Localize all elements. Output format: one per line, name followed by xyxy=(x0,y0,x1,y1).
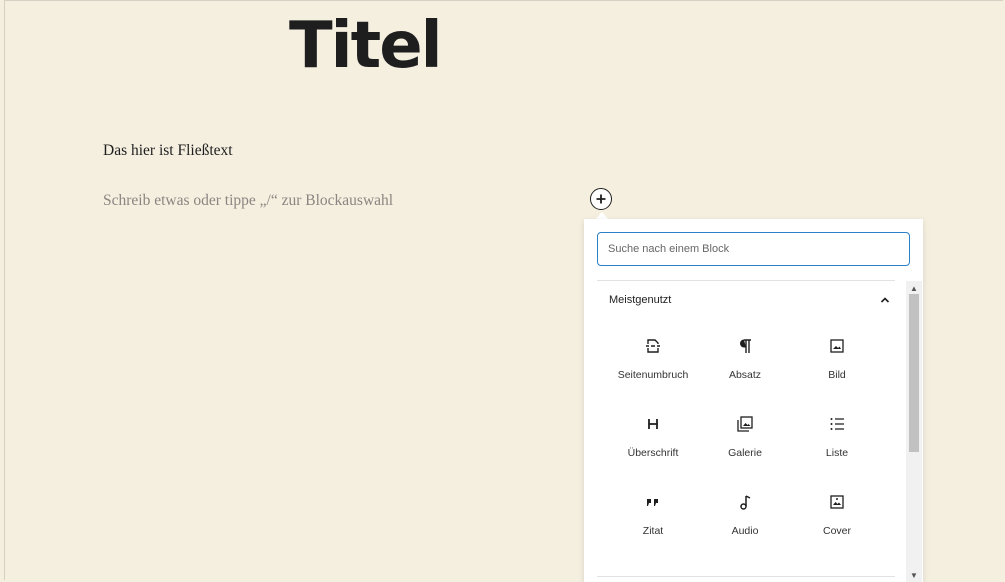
chevron-up-icon xyxy=(880,297,890,303)
category-title: Meistgenutzt xyxy=(609,294,672,306)
block-label: Galerie xyxy=(728,447,762,459)
page-break-icon xyxy=(642,335,664,357)
divider xyxy=(597,576,895,577)
block-label: Cover xyxy=(822,525,851,537)
scroll-up-arrow-icon[interactable]: ▲ xyxy=(906,281,922,295)
block-item-audio[interactable]: Audio xyxy=(699,483,791,545)
block-search-input[interactable] xyxy=(597,232,910,266)
block-item-zitat[interactable]: Zitat xyxy=(607,483,699,545)
popover-arrow xyxy=(596,212,608,219)
list-icon xyxy=(826,413,848,435)
heading-icon xyxy=(642,413,664,435)
empty-block-placeholder[interactable]: Schreib etwas oder tippe „/“ zur Blockau… xyxy=(103,192,393,210)
block-grid: Seitenumbruch Absatz Bild Überschrift Ga… xyxy=(607,327,885,545)
inserter-scrollbar[interactable]: ▲ ▼ xyxy=(906,281,922,582)
divider xyxy=(597,280,895,281)
block-label: Absatz xyxy=(728,369,762,381)
block-inserter-popover: Meistgenutzt Seitenumbruch Absatz Bild xyxy=(584,219,923,582)
block-inserter-toggle[interactable] xyxy=(590,188,612,210)
image-icon xyxy=(826,335,848,357)
block-label: Audio xyxy=(731,525,759,537)
quote-icon xyxy=(642,491,664,513)
scrollbar-thumb[interactable] xyxy=(909,294,919,452)
block-label: Seitenumbruch xyxy=(617,369,689,381)
block-label: Liste xyxy=(825,447,849,459)
block-item-cover[interactable]: Cover xyxy=(791,483,883,545)
paragraph-icon xyxy=(734,335,756,357)
block-item-galerie[interactable]: Galerie xyxy=(699,405,791,467)
scroll-down-arrow-icon[interactable]: ▼ xyxy=(906,568,922,582)
block-label: Überschrift xyxy=(627,447,679,459)
block-item-bild[interactable]: Bild xyxy=(791,327,883,389)
post-title[interactable]: Titel xyxy=(289,8,443,84)
block-item-absatz[interactable]: Absatz xyxy=(699,327,791,389)
block-item-ueberschrift[interactable]: Überschrift xyxy=(607,405,699,467)
block-label: Bild xyxy=(828,369,846,381)
block-label: Zitat xyxy=(642,525,664,537)
category-toggle-meistgenutzt[interactable]: Meistgenutzt xyxy=(597,285,895,315)
audio-icon xyxy=(734,491,756,513)
block-item-liste[interactable]: Liste xyxy=(791,405,883,467)
gallery-icon xyxy=(734,413,756,435)
plus-circle-icon xyxy=(596,194,606,204)
paragraph-block[interactable]: Das hier ist Fließtext xyxy=(103,142,233,160)
cover-icon xyxy=(826,491,848,513)
block-item-seitenumbruch[interactable]: Seitenumbruch xyxy=(607,327,699,389)
